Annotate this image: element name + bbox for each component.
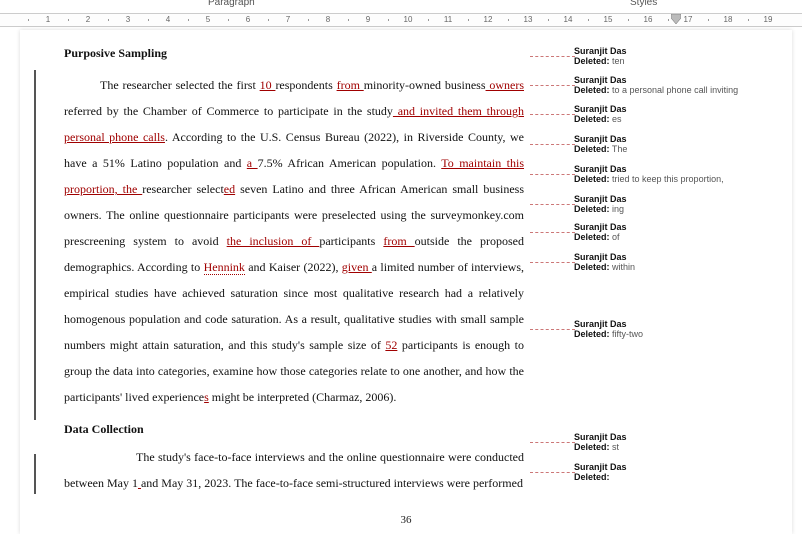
spellcheck-flag: Hennink <box>204 260 245 275</box>
revision-action: Deleted: <box>574 262 610 272</box>
revision-deleted-text: ten <box>610 56 625 66</box>
ruler-tick-label: 1 <box>46 15 50 24</box>
revision-deleted-text: tried to keep this proportion, <box>610 174 724 184</box>
heading-purposive-sampling: Purposive Sampling <box>64 40 524 66</box>
text-run: 7.5% African American population. <box>258 156 442 170</box>
paragraph-1: The researcher selected the first 10 res… <box>64 72 524 410</box>
ruler-indent-marker[interactable] <box>671 14 681 26</box>
ruler-tick-label: 11 <box>444 15 452 24</box>
revision-balloon[interactable]: Suranjit DasDeleted: fifty-two <box>574 319 784 339</box>
ruler-tick-label: 3 <box>126 15 130 24</box>
inserted-text: from <box>337 78 364 92</box>
revision-author: Suranjit Das <box>574 432 784 442</box>
ruler-tick-label: 9 <box>366 15 370 24</box>
ruler-tick-label: 15 <box>604 15 613 24</box>
inserted-text: the inclusion of <box>227 234 320 248</box>
revision-author: Suranjit Das <box>574 462 784 472</box>
revision-action: Deleted: <box>574 442 610 452</box>
inserted-text: ed <box>224 182 235 196</box>
revision-balloon[interactable]: Suranjit DasDeleted: within <box>574 252 784 272</box>
text-run: respondents <box>275 78 336 92</box>
revision-author: Suranjit Das <box>574 319 784 329</box>
revision-action: Deleted: <box>574 56 610 66</box>
text-run: participants <box>319 234 383 248</box>
ruler-tick-label: 2 <box>86 15 90 24</box>
text-run: minority-owned business <box>364 78 486 92</box>
revision-action: Deleted: <box>574 114 610 124</box>
page-number: 36 <box>20 514 792 526</box>
revision-balloon[interactable]: Suranjit DasDeleted: of <box>574 222 784 242</box>
revision-balloon[interactable]: Suranjit DasDeleted: ing <box>574 194 784 214</box>
revision-action: Deleted: <box>574 232 610 242</box>
revision-action: Deleted: <box>574 85 610 95</box>
ribbon-group-labels: Paragraph Styles <box>0 0 802 10</box>
ruler-tick-label: 12 <box>484 15 493 24</box>
revision-deleted-text: es <box>610 114 622 124</box>
revision-balloon[interactable]: Suranjit DasDeleted: es <box>574 104 784 124</box>
ribbon-label-paragraph: Paragraph <box>208 0 255 8</box>
revision-action: Deleted: <box>574 174 610 184</box>
revision-action: Deleted: <box>574 144 610 154</box>
inserted-text: a <box>247 156 258 170</box>
revision-bar <box>34 454 36 494</box>
revision-deleted-text: to a personal phone call inviting <box>610 85 739 95</box>
ruler-tick-label: 6 <box>246 15 250 24</box>
ruler-tick-label: 8 <box>326 15 330 24</box>
revision-action: Deleted: <box>574 329 610 339</box>
revision-deleted-text: fifty-two <box>610 329 644 339</box>
text-run: and Kaiser (2022), <box>245 260 342 274</box>
revision-balloon[interactable]: Suranjit DasDeleted: ten <box>574 46 784 66</box>
revision-deleted-text: ing <box>610 204 625 214</box>
text-run: The researcher selected the first <box>100 78 260 92</box>
inserted-text: from <box>383 234 414 248</box>
ruler-tick-label: 7 <box>286 15 290 24</box>
text-run: might be interpreted (Charmaz, 2006). <box>209 390 397 404</box>
revision-author: Suranjit Das <box>574 222 784 232</box>
heading-data-collection: Data Collection <box>64 416 524 442</box>
revision-author: Suranjit Das <box>574 46 784 56</box>
ribbon-label-styles: Styles <box>630 0 657 8</box>
revision-deleted-text: The <box>610 144 628 154</box>
inserted-text: 10 <box>260 78 276 92</box>
ruler-tick-label: 18 <box>724 15 733 24</box>
ruler-tick-label: 5 <box>206 15 210 24</box>
revision-balloon[interactable]: Suranjit DasDeleted: st <box>574 432 784 452</box>
revision-bar <box>34 70 36 420</box>
inserted-text: 52 <box>385 338 397 352</box>
text-run: and May 31, 2023. The face-to-face semi-… <box>141 476 523 490</box>
revision-author: Suranjit Das <box>574 194 784 204</box>
revision-balloon[interactable]: Suranjit DasDeleted: tried to keep this … <box>574 164 784 184</box>
revision-action: Deleted: <box>574 472 610 482</box>
revision-balloon[interactable]: Suranjit DasDeleted: The <box>574 134 784 154</box>
horizontal-ruler[interactable]: 12345678910111213141516171819 <box>0 13 802 27</box>
ruler-tick-label: 19 <box>764 15 773 24</box>
revision-balloon[interactable]: Suranjit DasDeleted: to a personal phone… <box>574 75 784 95</box>
revision-author: Suranjit Das <box>574 134 784 144</box>
revision-deleted-text: within <box>610 262 636 272</box>
revision-author: Suranjit Das <box>574 164 784 174</box>
ruler-tick-label: 16 <box>644 15 653 24</box>
ruler-tick-label: 10 <box>404 15 413 24</box>
ruler-tick-label: 13 <box>524 15 533 24</box>
revision-author: Suranjit Das <box>574 252 784 262</box>
revision-deleted-text: st <box>610 442 620 452</box>
paragraph-2: The study's face-to-face interviews and … <box>64 444 524 496</box>
revision-author: Suranjit Das <box>574 104 784 114</box>
revision-action: Deleted: <box>574 204 610 214</box>
revision-balloon[interactable]: Suranjit DasDeleted: <box>574 462 784 482</box>
ruler-tick-label: 14 <box>564 15 573 24</box>
document-body[interactable]: Purposive Sampling The researcher select… <box>64 40 524 496</box>
ruler-tick-label: 4 <box>166 15 170 24</box>
revision-author: Suranjit Das <box>574 75 784 85</box>
text-run: referred by the Chamber of Commerce to p… <box>64 104 393 118</box>
inserted-text: given <box>342 260 372 274</box>
revision-deleted-text: of <box>610 232 620 242</box>
ruler-tick-label: 17 <box>684 15 693 24</box>
inserted-text: owners <box>486 78 524 92</box>
text-run: researcher select <box>142 182 224 196</box>
